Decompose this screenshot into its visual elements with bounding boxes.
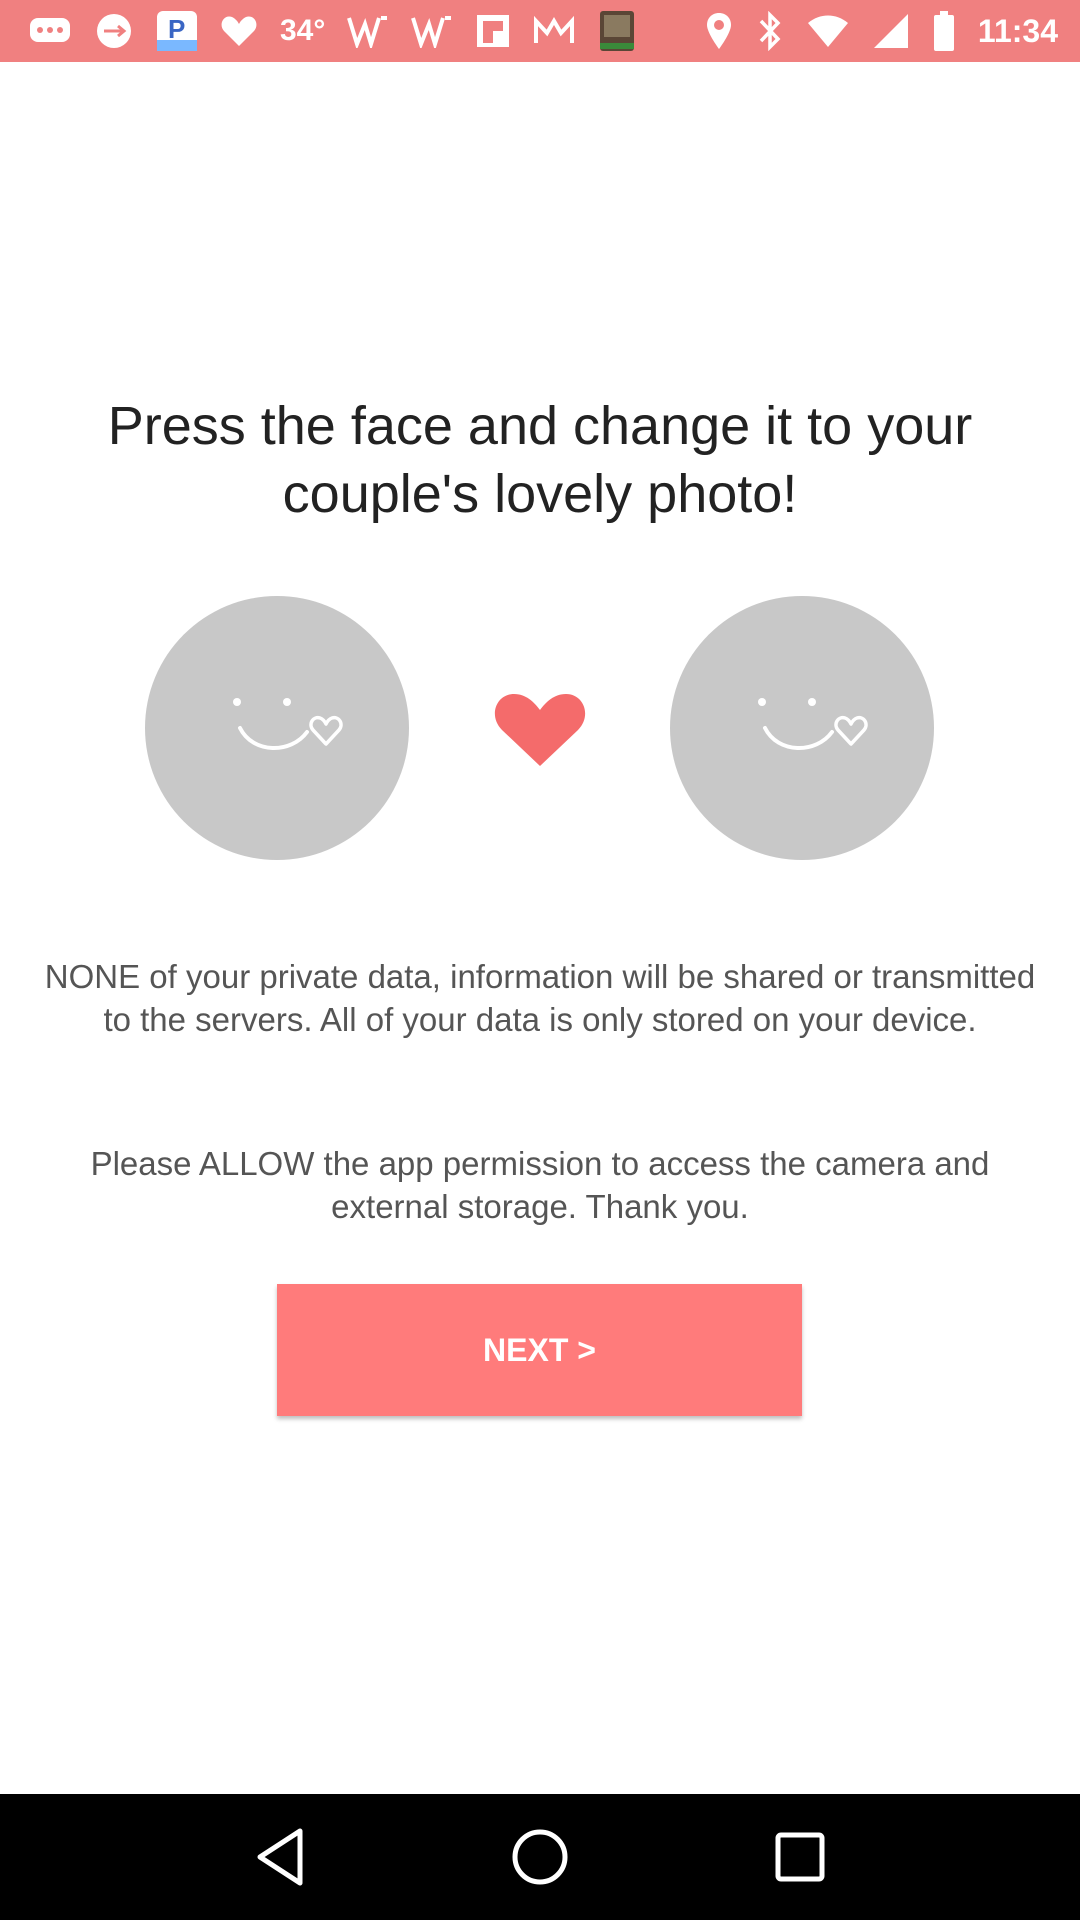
back-button[interactable]: [240, 1817, 320, 1897]
next-button[interactable]: NEXT >: [277, 1284, 802, 1416]
w-icon: [411, 11, 453, 51]
privacy-notice: NONE of your private data, information w…: [44, 958, 1036, 1038]
signal-icon: [872, 11, 910, 51]
messages-icon: [28, 11, 72, 51]
m-icon: [533, 11, 575, 51]
status-right: 11:34: [704, 11, 1058, 51]
status-left: P 34°: [28, 11, 637, 51]
wifi-icon: [806, 11, 850, 51]
status-time: 11:34: [977, 12, 1058, 49]
battery-icon: [932, 11, 956, 51]
recents-square-icon: [775, 1832, 825, 1882]
recents-button[interactable]: [760, 1817, 840, 1897]
location-icon: [704, 11, 734, 51]
svg-text:P: P: [168, 14, 185, 44]
home-button[interactable]: [500, 1817, 580, 1897]
home-circle-icon: [512, 1829, 568, 1885]
bible-icon: [597, 11, 637, 51]
heart-icon: [220, 11, 258, 51]
status-bar: P 34° 11:34: [0, 0, 1080, 62]
right-face-photo-button[interactable]: [670, 596, 934, 860]
navigation-bar: [0, 1794, 1080, 1920]
w-icon: [347, 11, 389, 51]
flipboard-icon: [475, 11, 511, 51]
back-triangle-icon: [257, 1828, 303, 1886]
left-face-photo-button[interactable]: [145, 596, 409, 860]
page-title: Press the face and change it to your cou…: [107, 396, 973, 524]
p-app-icon: P: [156, 11, 198, 51]
heart-icon: [494, 694, 586, 766]
permission-notice: Please ALLOW the app permission to acces…: [90, 1145, 990, 1225]
temperature-text: 34°: [280, 14, 326, 47]
bluetooth-icon: [756, 11, 784, 51]
couple-faces: [0, 596, 1080, 860]
smiley-heart-icon: [233, 698, 343, 750]
smiley-heart-icon: [758, 698, 868, 750]
usb-icon: [94, 11, 134, 51]
